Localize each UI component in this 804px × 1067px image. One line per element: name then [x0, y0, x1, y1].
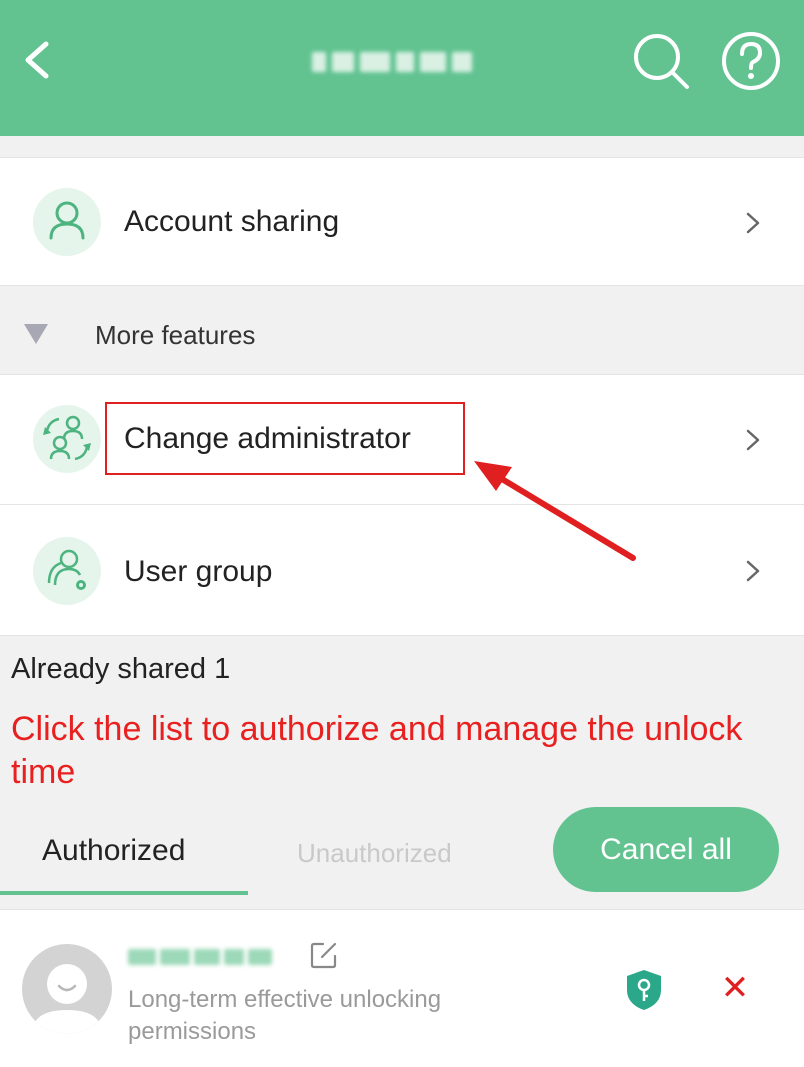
page-title-obscured [312, 46, 482, 78]
annotation-highlight-box [105, 402, 465, 475]
tab-authorized[interactable]: Authorized [42, 834, 185, 868]
menu-item-user-group[interactable]: User group [0, 505, 804, 635]
user-name-obscured [128, 944, 283, 970]
edit-icon[interactable] [309, 940, 339, 970]
triangle-down-icon [24, 324, 48, 344]
remove-user-icon[interactable]: ✕ [720, 970, 750, 1006]
user-group-label: User group [124, 555, 273, 588]
app-header [0, 0, 804, 136]
account-sharing-label: Account sharing [124, 205, 340, 238]
change-administrator-icon [33, 405, 101, 473]
chevron-right-icon [746, 429, 760, 451]
help-icon[interactable] [720, 30, 782, 92]
instruction-hint: Click the list to authorize and manage t… [11, 710, 743, 791]
search-icon[interactable] [630, 30, 692, 92]
menu-item-account-sharing[interactable]: Account sharing [0, 158, 804, 285]
cancel-all-button[interactable]: Cancel all [553, 807, 779, 892]
annotation-arrow [474, 461, 636, 561]
key-shield-icon[interactable] [624, 968, 664, 1012]
account-sharing-icon [33, 188, 101, 256]
chevron-right-icon [746, 212, 760, 234]
already-shared-count: Already shared 1 [11, 653, 231, 685]
chevron-right-icon [746, 560, 760, 582]
active-tab-indicator [0, 891, 248, 895]
back-arrow-icon[interactable] [18, 38, 62, 82]
avatar [22, 944, 112, 1034]
permission-description: Long-term effective unlocking permission… [128, 986, 442, 1045]
user-group-icon [33, 537, 101, 605]
tab-unauthorized[interactable]: Unauthorized [297, 838, 452, 869]
more-features-label: More features [95, 320, 256, 350]
